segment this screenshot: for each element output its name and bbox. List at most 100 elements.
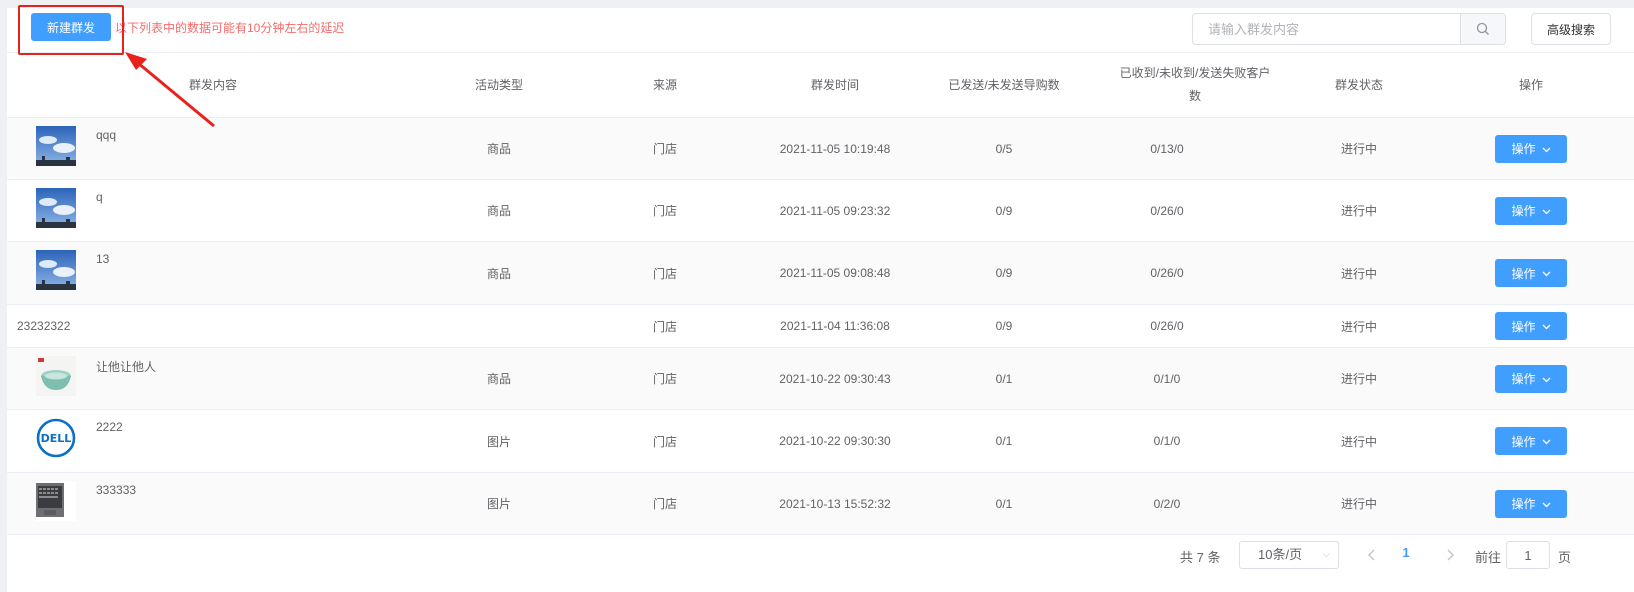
chevron-down-icon bbox=[1542, 372, 1551, 386]
cell-received-customers: 0/26/0 bbox=[1150, 203, 1184, 218]
cell-source: 门店 bbox=[652, 497, 677, 511]
table-row: q 商品 门店 2021-11-05 09:23:32 0/9 0/26/0 进行中 操作 bbox=[7, 180, 1634, 242]
pagination: 共 7 条 10条/页 ⌵ 1 前往 页 bbox=[7, 535, 1634, 592]
search-icon bbox=[1476, 22, 1489, 35]
chevron-down-icon bbox=[1542, 319, 1551, 333]
header-actions: 操作 bbox=[1518, 77, 1543, 92]
cell-time: 2021-10-13 15:52:32 bbox=[779, 496, 891, 511]
cell-received-customers: 0/1/0 bbox=[1153, 434, 1181, 448]
row-action-label: 操作 bbox=[1511, 266, 1536, 281]
cell-actions: 操作 bbox=[1445, 348, 1617, 409]
cell-actions: 操作 bbox=[1445, 473, 1617, 534]
cell-activity-type: 图片 bbox=[486, 434, 511, 449]
sky-image bbox=[36, 126, 76, 166]
row-action-dropdown-button[interactable]: 操作 bbox=[1495, 312, 1567, 340]
row-action-dropdown-button[interactable]: 操作 bbox=[1495, 489, 1567, 518]
dell-logo: DELL bbox=[36, 418, 76, 458]
header-time: 群发时间 bbox=[810, 77, 859, 92]
cell-status: 进行中 bbox=[1340, 142, 1377, 156]
header-activity-type: 活动类型 bbox=[474, 77, 523, 92]
row-action-dropdown-button[interactable]: 操作 bbox=[1495, 259, 1567, 287]
table-row: 23232322 门店 2021-11-04 11:36:08 0/9 0/26/0 进行… bbox=[7, 305, 1634, 348]
chevron-down-icon bbox=[1542, 204, 1551, 218]
table-row: 让他让他人 商品 门店 2021-10-22 09:30:43 0/1 0/1/0 进行中 操… bbox=[7, 348, 1634, 410]
header-received-customers: 已收到/未收到/发送失败客户数 bbox=[1119, 66, 1271, 103]
cell-sent-guides: 0/9 bbox=[995, 319, 1013, 333]
page-number-current[interactable]: 1 bbox=[1394, 545, 1418, 560]
delay-hint-text: 以下列表中的数据可能有10分钟左右的延迟 bbox=[115, 21, 345, 35]
cell-actions: 操作 bbox=[1445, 242, 1617, 304]
advanced-search-button[interactable]: 高级搜索 bbox=[1531, 13, 1611, 45]
search-input[interactable] bbox=[1193, 14, 1476, 44]
row-action-dropdown-button[interactable]: 操作 bbox=[1495, 134, 1567, 163]
cell-sent-guides: 0/9 bbox=[995, 203, 1013, 218]
row-action-label: 操作 bbox=[1511, 319, 1536, 334]
cell-content: DELL 2222 bbox=[7, 410, 419, 472]
cell-sent-guides: 0/1 bbox=[995, 371, 1013, 386]
cell-time: 2021-11-05 10:19:48 bbox=[779, 141, 891, 156]
chevron-down-icon bbox=[1542, 497, 1551, 511]
goto-page-input[interactable] bbox=[1506, 541, 1550, 569]
cell-status: 进行中 bbox=[1340, 372, 1377, 386]
row-action-dropdown-button[interactable]: 操作 bbox=[1495, 196, 1567, 225]
header-status: 群发状态 bbox=[1334, 77, 1383, 92]
cell-actions: 操作 bbox=[1445, 118, 1617, 179]
sky-image bbox=[36, 188, 76, 228]
chevron-left-icon bbox=[1368, 549, 1375, 561]
cell-activity-type: 图片 bbox=[486, 497, 511, 511]
cell-status: 进行中 bbox=[1340, 204, 1377, 218]
table-row: DELL 2222 图片 门店 2021-10-22 09:30:30 0/1 0/1/0 进… bbox=[7, 410, 1634, 473]
header-sent-guides: 已发送/未发送导购数 bbox=[948, 77, 1060, 92]
cell-received-customers: 0/1/0 bbox=[1153, 371, 1181, 386]
table-row: 13 商品 门店 2021-11-05 09:08:48 0/9 0/26/0 进行中 操作 bbox=[7, 242, 1634, 305]
cell-source: 门店 bbox=[652, 204, 677, 218]
cell-activity-type bbox=[419, 305, 579, 347]
cell-activity-type: 商品 bbox=[486, 372, 511, 386]
chevron-down-icon bbox=[1542, 434, 1551, 448]
cell-source: 门店 bbox=[652, 142, 677, 156]
chevron-down-icon: ⌵ bbox=[1322, 549, 1330, 560]
page-size-select[interactable]: 10条/页 ⌵ bbox=[1239, 541, 1339, 569]
main-panel: 新建群发 以下列表中的数据可能有10分钟左右的延迟 高级搜索 群发内容 活动类型… bbox=[7, 8, 1634, 592]
cell-content: qqq bbox=[7, 118, 419, 179]
goto-unit: 页 bbox=[1558, 550, 1572, 565]
cell-status: 进行中 bbox=[1340, 434, 1377, 449]
cell-sent-guides: 0/1 bbox=[995, 434, 1013, 448]
cell-received-customers: 0/13/0 bbox=[1150, 141, 1184, 156]
cell-received-customers: 0/26/0 bbox=[1150, 266, 1184, 280]
cell-activity-type: 商品 bbox=[486, 142, 511, 156]
table-header: 群发内容 活动类型 来源 群发时间 已发送/未发送导购数 已收到/未收到/发送失… bbox=[7, 52, 1634, 118]
search-button[interactable] bbox=[1460, 14, 1505, 44]
cell-activity-type: 商品 bbox=[486, 204, 511, 218]
cell-time: 2021-11-05 09:08:48 bbox=[779, 266, 891, 280]
cell-time: 2021-10-22 09:30:30 bbox=[779, 434, 891, 448]
cell-received-customers: 0/26/0 bbox=[1150, 319, 1184, 333]
header-content: 群发内容 bbox=[188, 77, 237, 92]
new-broadcast-button[interactable]: 新建群发 bbox=[31, 13, 111, 41]
svg-text:DELL: DELL bbox=[41, 432, 72, 445]
cell-content: 333333 bbox=[7, 473, 419, 534]
next-page-button[interactable] bbox=[1438, 543, 1462, 567]
cell-source: 门店 bbox=[652, 266, 677, 281]
cell-actions: 操作 bbox=[1445, 305, 1617, 347]
content-title: 13 bbox=[96, 252, 110, 266]
cell-sent-guides: 0/9 bbox=[995, 266, 1013, 280]
chevron-down-icon bbox=[1542, 266, 1551, 280]
laptop-image bbox=[36, 481, 76, 521]
cell-status: 进行中 bbox=[1340, 266, 1377, 281]
row-action-label: 操作 bbox=[1511, 434, 1536, 449]
row-action-dropdown-button[interactable]: 操作 bbox=[1495, 364, 1567, 393]
cell-time: 2021-11-05 09:23:32 bbox=[779, 203, 891, 218]
prev-page-button[interactable] bbox=[1360, 543, 1384, 567]
row-action-label: 操作 bbox=[1511, 497, 1536, 511]
content-title: 23232322 bbox=[17, 319, 71, 333]
cell-source: 门店 bbox=[652, 372, 677, 386]
header-source: 来源 bbox=[652, 77, 677, 92]
cell-time: 2021-11-04 11:36:08 bbox=[780, 319, 890, 333]
row-action-label: 操作 bbox=[1511, 372, 1536, 386]
row-action-dropdown-button[interactable]: 操作 bbox=[1495, 427, 1567, 455]
table-row: qqq 商品 门店 2021-11-05 10:19:48 0/5 0/13/0 进行中 操作 bbox=[7, 118, 1634, 180]
bowl-image bbox=[36, 356, 76, 396]
content-title: 333333 bbox=[96, 483, 137, 497]
chevron-right-icon bbox=[1447, 549, 1454, 561]
